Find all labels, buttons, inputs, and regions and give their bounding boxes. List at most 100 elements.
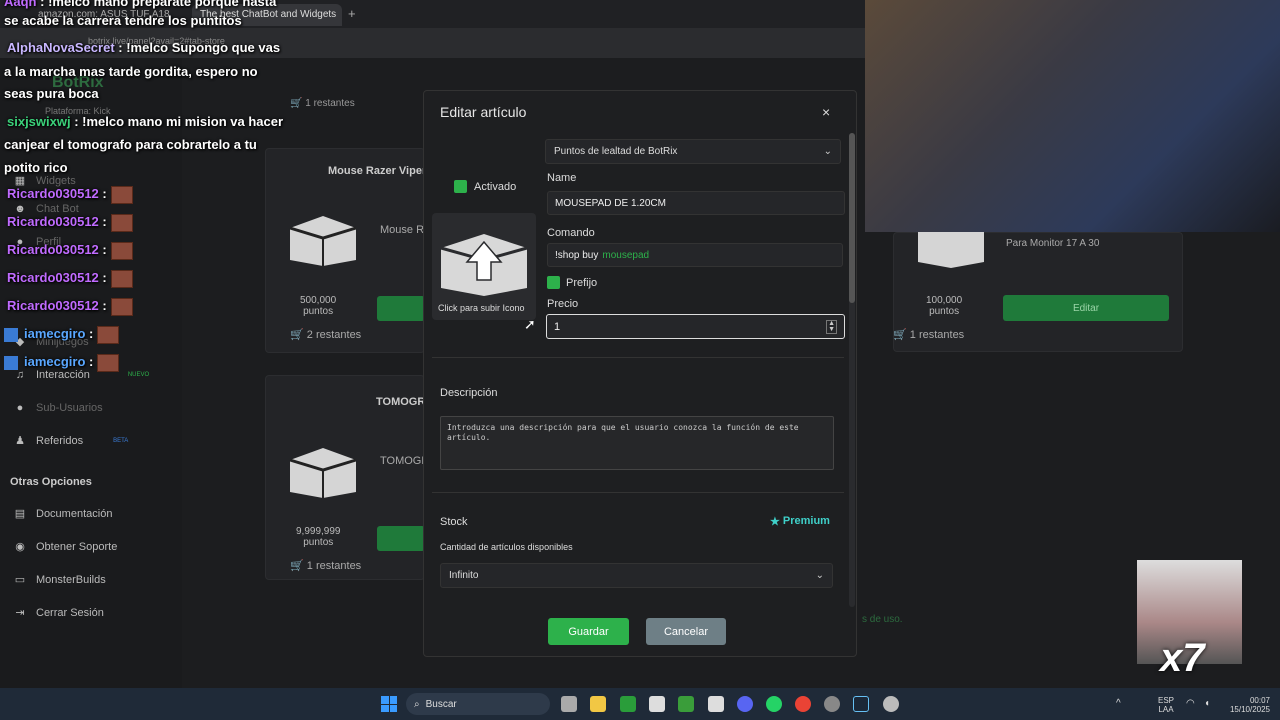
command-value[interactable]: mousepad bbox=[602, 250, 649, 261]
prefix-toggle[interactable]: Prefijo bbox=[547, 276, 597, 289]
sidebar-item-monsterbuilds[interactable]: ▭ MonsterBuilds bbox=[14, 574, 106, 586]
premium-badge[interactable]: ★ Premium bbox=[770, 515, 830, 528]
obs-icon[interactable] bbox=[824, 696, 840, 712]
activated-checkbox[interactable] bbox=[454, 180, 467, 193]
command-label: Comando bbox=[547, 227, 595, 239]
chat-user: Ricardo030512 bbox=[7, 298, 99, 313]
chat-message: Ricardo030512 : bbox=[7, 294, 133, 317]
description-field[interactable]: Introduzca una descripción para que el u… bbox=[440, 416, 834, 470]
price-label: Precio bbox=[547, 298, 579, 310]
activated-toggle[interactable]: Activado bbox=[454, 180, 516, 193]
scrollbar-thumb[interactable] bbox=[849, 133, 855, 303]
sidebar-item-logout[interactable]: ⇥ Cerrar Sesión bbox=[14, 607, 104, 619]
chat-user: AlphaNovaSecret bbox=[7, 40, 115, 55]
currency-select[interactable]: Puntos de lealtad de BotRix ⌄ bbox=[545, 139, 841, 164]
points-unit: puntos bbox=[303, 306, 334, 317]
box-icon bbox=[918, 230, 984, 268]
command-prefix: !shop buy bbox=[555, 249, 599, 261]
save-button[interactable]: Guardar bbox=[548, 618, 629, 645]
chat-text: canjear el tomografo para cobrartelo a t… bbox=[4, 137, 257, 152]
sidebar-item-referrals[interactable]: ♟ Referidos BETA bbox=[14, 435, 128, 447]
app-icon[interactable] bbox=[708, 696, 724, 712]
monitor-icon: ▭ bbox=[14, 574, 26, 586]
task-view-icon[interactable] bbox=[561, 696, 577, 712]
steam-icon[interactable] bbox=[853, 696, 869, 712]
minecraft-icon[interactable] bbox=[678, 696, 694, 712]
chat-message: Ricardo030512 : bbox=[7, 238, 133, 261]
volume-icon[interactable]: ◖ bbox=[1204, 698, 1210, 709]
sidebar-item-label: Referidos bbox=[36, 435, 84, 447]
chat-user: Aaqn bbox=[4, 0, 37, 9]
discord-icon[interactable] bbox=[737, 696, 753, 712]
description-label: Descripción bbox=[440, 387, 498, 399]
xbox-icon[interactable] bbox=[620, 696, 636, 712]
chat-message: AlphaNovaSecret : !melco Supongo que vas bbox=[7, 40, 281, 55]
command-field[interactable]: !shop buy mousepad bbox=[547, 243, 843, 267]
wifi-icon[interactable]: ◠ bbox=[1186, 698, 1195, 709]
whatsapp-icon[interactable] bbox=[766, 696, 782, 712]
chat-text: potito rico bbox=[4, 160, 68, 175]
divider bbox=[432, 492, 844, 493]
store-icon[interactable] bbox=[649, 696, 665, 712]
upload-label: Click para subir Icono bbox=[438, 303, 525, 313]
clock[interactable]: 00:07 15/10/2025 bbox=[1222, 696, 1270, 714]
taskbar-search[interactable]: ⌕ Buscar bbox=[406, 693, 550, 715]
clock-time: 00:07 bbox=[1249, 696, 1270, 705]
emote-icon bbox=[110, 297, 133, 316]
card-desc: Para Monitor 17 A 30 bbox=[1006, 238, 1100, 249]
subusers-icon: ● bbox=[16, 402, 24, 414]
tray-chevron-icon[interactable]: ^ bbox=[1116, 698, 1121, 709]
emote-icon bbox=[110, 241, 133, 260]
chevron-down-icon: ⌄ bbox=[823, 146, 832, 157]
cancel-button[interactable]: Cancelar bbox=[646, 618, 726, 645]
beta-badge: BETA bbox=[113, 438, 129, 444]
chat-message: potito rico bbox=[4, 156, 68, 179]
new-badge: NUEVO bbox=[127, 372, 150, 378]
chat-text: seas pura boca bbox=[4, 86, 99, 101]
chat-text: : bbox=[89, 354, 94, 369]
remaining-label: 1 restantes bbox=[909, 329, 965, 341]
box-icon bbox=[289, 216, 357, 266]
windows-start-icon[interactable] bbox=[381, 696, 397, 712]
chat-text: a la marcha mas tarde gordita, espero no bbox=[4, 64, 258, 79]
card-desc: TOMOGR bbox=[380, 455, 430, 467]
stock-label: Stock bbox=[440, 516, 468, 528]
sidebar-item-support[interactable]: ◉ Obtener Soporte bbox=[14, 541, 117, 553]
prefix-checkbox[interactable] bbox=[547, 276, 560, 289]
sidebar-item-docs[interactable]: ▤ Documentación bbox=[14, 508, 113, 520]
chat-message: canjear el tomografo para cobrartelo a t… bbox=[4, 133, 257, 156]
chat-text: : bbox=[102, 186, 107, 201]
chat-message: sixjswixwj : !melco mano mi mision va ha… bbox=[7, 114, 284, 129]
remaining-label: 1 restantes bbox=[306, 560, 362, 572]
chat-text: !melco Supongo que vas bbox=[126, 40, 281, 55]
divider bbox=[432, 357, 844, 358]
stock-sub-label: Cantidad de artículos disponibles bbox=[440, 542, 573, 552]
box-icon bbox=[289, 448, 357, 498]
chat-text: : bbox=[102, 298, 107, 313]
edit-button[interactable] bbox=[377, 526, 425, 551]
edit-button[interactable] bbox=[377, 296, 425, 321]
app-icon[interactable] bbox=[883, 696, 899, 712]
file-explorer-icon[interactable] bbox=[590, 696, 606, 712]
taskbar bbox=[0, 688, 1280, 720]
sidebar-item-subusers[interactable]: ● Sub-Usuarios bbox=[14, 402, 103, 414]
lang-top: ESP bbox=[1158, 696, 1175, 705]
terms-link[interactable]: s de uso. bbox=[862, 614, 903, 625]
name-field[interactable]: MOUSEPAD DE 1.20CM bbox=[547, 191, 845, 215]
sidebar-item-label: Cerrar Sesión bbox=[36, 607, 104, 619]
chat-user: iamecgiro bbox=[24, 354, 86, 369]
points-unit: puntos bbox=[303, 537, 334, 548]
emote-icon bbox=[97, 325, 120, 344]
points-value: 9,999,999 bbox=[296, 526, 341, 537]
price-field[interactable]: 1 ▲ ▼ bbox=[546, 314, 845, 339]
stock-select[interactable]: Infinito ⌄ bbox=[440, 563, 833, 588]
stock-select-value: Infinito bbox=[449, 570, 479, 581]
modal-title: Editar artículo bbox=[440, 104, 527, 120]
close-icon[interactable]: × bbox=[822, 104, 830, 120]
chrome-icon[interactable] bbox=[795, 696, 811, 712]
emote-icon bbox=[97, 353, 120, 372]
edit-button[interactable]: Editar bbox=[1003, 295, 1169, 321]
new-tab-icon[interactable]: + bbox=[348, 6, 356, 21]
language-indicator[interactable]: ESP LAA bbox=[1158, 696, 1174, 714]
number-stepper-icon[interactable]: ▲ ▼ bbox=[826, 319, 837, 334]
